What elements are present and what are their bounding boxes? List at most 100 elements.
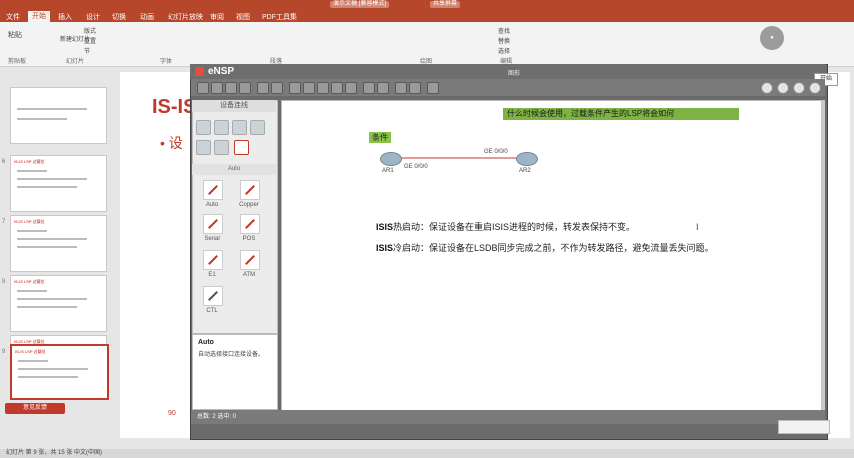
- layout-button[interactable]: 版式: [84, 26, 96, 35]
- ensp-logo-icon: [195, 67, 204, 76]
- replace-button[interactable]: 替换: [498, 36, 510, 45]
- tab-file[interactable]: 文件: [6, 12, 20, 22]
- pc-category-icon[interactable]: [196, 140, 211, 155]
- tab-design[interactable]: 设计: [86, 12, 100, 22]
- tab-home[interactable]: 开始: [28, 11, 50, 22]
- auto-cable-icon[interactable]: [203, 180, 223, 200]
- ppt-status-text: 幻灯片 第 9 张，共 15 张 中文(中国): [6, 450, 103, 456]
- slide-number: 6: [2, 159, 6, 165]
- cloud-category-icon[interactable]: [214, 140, 229, 155]
- firewall-category-icon[interactable]: [250, 120, 265, 135]
- thumbnail-title: IS-IS LSP 过载位: [14, 219, 45, 224]
- section-button[interactable]: 节: [84, 46, 90, 55]
- switch-category-icon[interactable]: [214, 120, 229, 135]
- slide-thumbnail[interactable]: IS-IS LSP 过载位: [10, 155, 107, 212]
- user-avatar[interactable]: ●: [760, 26, 784, 50]
- slide-thumbnail[interactable]: IS-IS LSP 过载位: [10, 215, 107, 272]
- zoom-in-icon[interactable]: [363, 82, 375, 94]
- info-title: Auto: [198, 339, 214, 346]
- reset-button[interactable]: 重置: [84, 36, 96, 45]
- ensp-toolbar: [191, 79, 825, 96]
- group-font: 字体: [160, 59, 173, 65]
- tab-slideshow[interactable]: 幻灯片放映: [168, 12, 203, 22]
- note-cold-start-head: ISIS: [376, 243, 394, 253]
- link-label-ar1: GE 0/0/0: [404, 164, 428, 170]
- device-panel-header: 设备连线: [192, 100, 276, 112]
- ppt-titlebar: 演示文稿 [兼容模式] 共享屏幕: [0, 0, 854, 10]
- slide-thumbnail[interactable]: IS-IS LSP 过载位: [10, 275, 107, 332]
- share-screen-button[interactable]: 共享屏幕: [430, 1, 461, 8]
- canvas-scrollbar[interactable]: [821, 100, 825, 410]
- serial-cable-icon[interactable]: [203, 214, 223, 234]
- open-icon[interactable]: [211, 82, 223, 94]
- zoom-out-icon[interactable]: [377, 82, 389, 94]
- tab-review[interactable]: 审阅: [210, 12, 224, 22]
- rect-icon[interactable]: [345, 82, 357, 94]
- system-tray[interactable]: [778, 420, 830, 434]
- ppt-ribbon: 粘贴 新建幻灯片 版式 重置 节 查找 替换 选择 剪贴板 幻灯片 字体 段落 …: [0, 22, 854, 67]
- new-icon[interactable]: [197, 82, 209, 94]
- ppt-statusbar: 幻灯片 第 9 张，共 15 张 中文(中国): [0, 449, 854, 458]
- note-hot-start-text: 热启动：保证设备在重启ISIS进程的时候，转发表保持不变。: [393, 222, 636, 232]
- save-icon[interactable]: [225, 82, 237, 94]
- note-hot-start-head: ISIS: [376, 222, 394, 232]
- capture-icon[interactable]: [427, 82, 439, 94]
- find-button[interactable]: 查找: [498, 26, 510, 35]
- serial-cable-label: Serial: [204, 236, 220, 242]
- slide-number: 8: [2, 279, 6, 285]
- stop-device-icon[interactable]: [409, 82, 421, 94]
- thumbnail-title: IS-IS LSP 过载位: [15, 349, 46, 354]
- close-icon[interactable]: [809, 82, 821, 94]
- delete-icon[interactable]: [317, 82, 329, 94]
- topology-links: [391, 157, 523, 159]
- feedback-button[interactable]: 意见反馈: [5, 403, 65, 414]
- e1-cable-icon[interactable]: [203, 250, 223, 270]
- ensp-subtitle: 图形: [508, 71, 521, 77]
- slide-bullet: • 设: [160, 135, 183, 151]
- pos-cable-icon[interactable]: [240, 214, 260, 234]
- router-ar2-icon[interactable]: [516, 152, 538, 166]
- router-category-icon[interactable]: [196, 120, 211, 135]
- cable-category-icon[interactable]: [234, 140, 249, 155]
- slide-thumbnail[interactable]: [10, 87, 107, 144]
- tab-animations[interactable]: 动画: [140, 12, 154, 22]
- presentation-title-button[interactable]: 演示文稿 [兼容模式]: [330, 1, 390, 8]
- undo-icon[interactable]: [257, 82, 269, 94]
- select-button[interactable]: 选择: [498, 46, 510, 55]
- router-ar1-label: AR1: [382, 168, 394, 174]
- print-icon[interactable]: [239, 82, 251, 94]
- thumbnail-title: IS-IS LSP 过载位: [14, 159, 45, 164]
- copper-cable-label: Copper: [239, 202, 259, 208]
- hand-icon[interactable]: [303, 82, 315, 94]
- slide-thumbnail-selected[interactable]: IS-IS LSP 过载位: [10, 344, 109, 400]
- text-cursor: I: [696, 222, 699, 232]
- info-description: 自动选择接口连接设备。: [198, 352, 265, 358]
- ensp-titlebar: eNSP 图形: [190, 64, 826, 79]
- tab-transitions[interactable]: 切换: [112, 12, 126, 22]
- auto-cable-label: Auto: [205, 202, 219, 208]
- help-icon[interactable]: [777, 82, 789, 94]
- tab-insert[interactable]: 插入: [58, 12, 72, 22]
- text-icon[interactable]: [331, 82, 343, 94]
- settings-icon[interactable]: [761, 82, 773, 94]
- slide-number: 9: [2, 349, 6, 355]
- select-icon[interactable]: [289, 82, 301, 94]
- pos-cable-label: POS: [242, 236, 256, 242]
- status-text: 总数: 2 选中: 0: [197, 414, 237, 420]
- note-hot-start: ISIS热启动：保证设备在重启ISIS进程的时候，转发表保持不变。: [376, 220, 635, 233]
- paste-button[interactable]: 粘贴: [8, 30, 22, 40]
- atm-cable-icon[interactable]: [240, 250, 260, 270]
- slide-number: 7: [2, 219, 6, 225]
- tab-view[interactable]: 视图: [236, 12, 250, 22]
- router-ar1-icon[interactable]: [380, 152, 402, 166]
- ensp-statusbar: 总数: 2 选中: 0: [191, 410, 825, 424]
- router-ar2-label: AR2: [519, 168, 531, 174]
- group-clipboard: 剪贴板: [8, 59, 27, 65]
- copper-cable-icon[interactable]: [240, 180, 260, 200]
- wlan-category-icon[interactable]: [232, 120, 247, 135]
- minimize-icon[interactable]: [793, 82, 805, 94]
- start-device-icon[interactable]: [395, 82, 407, 94]
- redo-icon[interactable]: [271, 82, 283, 94]
- tab-pdf[interactable]: PDF工具集: [262, 12, 297, 22]
- ctl-cable-icon[interactable]: [203, 286, 223, 306]
